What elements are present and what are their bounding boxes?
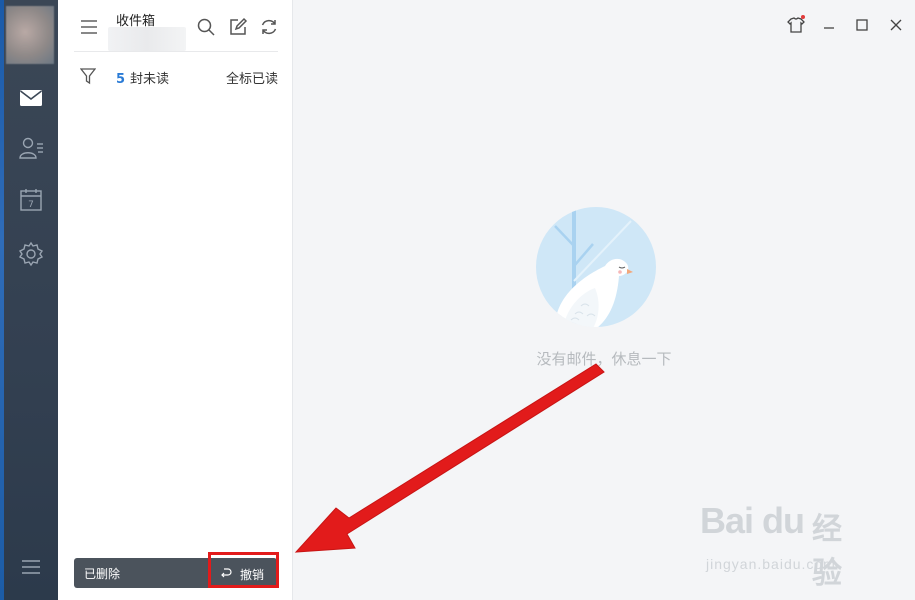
gear-icon[interactable] [17,240,45,268]
toolbar-divider [74,51,278,52]
unread-summary: 5 封未读 [116,68,169,87]
unread-label: 封未读 [130,72,170,87]
baidu-jingyan-watermark: Bai du 经验 jingyan.baidu.com [700,500,870,591]
contacts-icon[interactable] [17,134,45,162]
empty-inbox-dove-illustration [536,207,656,327]
avatar[interactable] [6,6,54,64]
left-nav: 7 [0,0,58,600]
calendar-day: 7 [28,200,34,210]
empty-inbox-message: 没有邮件，休息一下 [536,350,672,368]
desktop-edge [0,0,4,600]
watermark-logo: Bai du [700,500,805,541]
unread-count: 5 [116,72,126,87]
refresh-icon[interactable] [259,17,279,37]
maximize-icon[interactable] [851,14,873,36]
skin-icon[interactable] [785,14,807,36]
toast-message: 已删除 [84,567,121,581]
search-icon[interactable] [196,17,216,37]
account-address-blurred [108,27,186,51]
watermark-cn-text: 经验 [812,512,842,591]
watermark-url: jingyan.baidu.com [706,556,836,572]
mail-icon[interactable] [17,84,45,112]
minimize-icon[interactable] [818,14,840,36]
annotation-highlight-box [208,552,279,588]
mail-list-panel: 收件箱 5 封未读 全标已读 已删除 撤销 [58,0,293,600]
menu-icon[interactable] [17,553,45,581]
mark-all-read-button[interactable]: 全标已读 [226,68,278,87]
close-icon[interactable] [885,14,907,36]
hamburger-icon[interactable] [80,18,98,36]
compose-icon[interactable] [228,17,248,37]
filter-icon[interactable] [79,67,97,85]
calendar-icon[interactable]: 7 [17,186,45,214]
